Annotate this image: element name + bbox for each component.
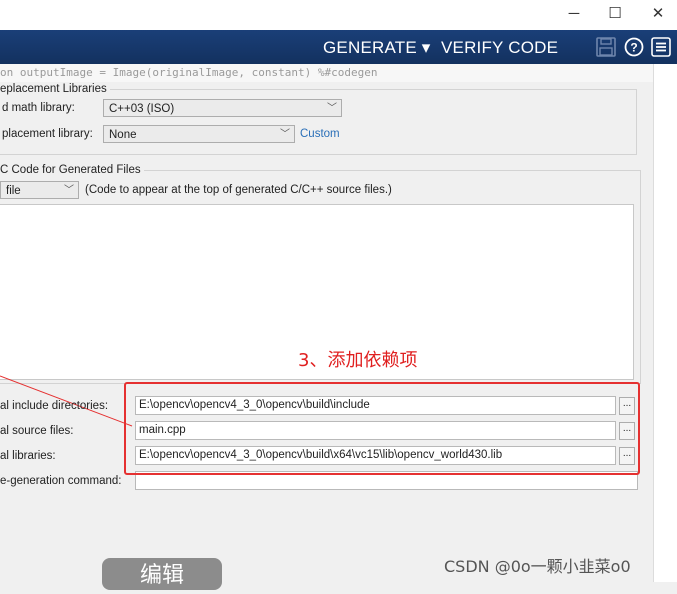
libraries-label: al libraries: [0,450,56,462]
custom-code-title: C Code for Generated Files [0,164,144,176]
annotation-highlight-box [124,382,640,475]
window-title-bar: ─ ☐ ✕ [0,0,677,30]
code-replacement-library-label: placement library: [2,128,93,140]
watermark: CSDN @0o一颗小韭菜o0 [444,557,631,576]
standard-math-library-select[interactable]: C++03 (ISO) ﹀ [103,99,342,117]
toolbar: GENERATE ▾ VERIFY CODE ? [0,30,677,64]
custom-code-section-value: file [6,185,21,197]
save-icon[interactable] [596,37,616,57]
post-code-generation-command-label: e-generation command: [0,475,122,487]
custom-code-hint: (Code to appear at the top of generated … [85,184,392,196]
source-files-label: al source files: [0,425,74,437]
include-directories-label: al include directories: [0,400,109,412]
verify-code-button[interactable]: VERIFY CODE [441,38,558,58]
code-preview-line: on outputImage = Image(originalImage, co… [0,64,653,82]
edit-button[interactable]: 编辑 [102,558,222,590]
vertical-scrollbar[interactable] [653,64,677,582]
chevron-down-icon: ﹀ [327,103,337,114]
standard-math-library-label: d math library: [2,102,75,114]
code-replacement-library-select[interactable]: None ﹀ [103,125,295,143]
custom-link[interactable]: Custom [300,128,340,140]
generate-button[interactable]: GENERATE ▾ [323,38,431,58]
help-icon[interactable]: ? [624,37,644,57]
annotation-label: 3、添加依赖项 [298,350,418,371]
custom-code-section-select[interactable]: file ﹀ [0,181,79,199]
close-button[interactable]: ✕ [645,4,671,24]
chevron-down-icon: ﹀ [64,185,74,196]
replacement-libraries-title: eplacement Libraries [0,83,110,95]
minimize-button[interactable]: ─ [561,4,587,24]
code-replacement-library-value: None [109,129,137,141]
maximize-button[interactable]: ☐ [602,4,628,24]
chevron-down-icon: ﹀ [280,129,290,140]
menu-icon[interactable] [651,37,671,57]
svg-text:?: ? [630,41,637,55]
standard-math-library-value: C++03 (ISO) [109,103,175,115]
